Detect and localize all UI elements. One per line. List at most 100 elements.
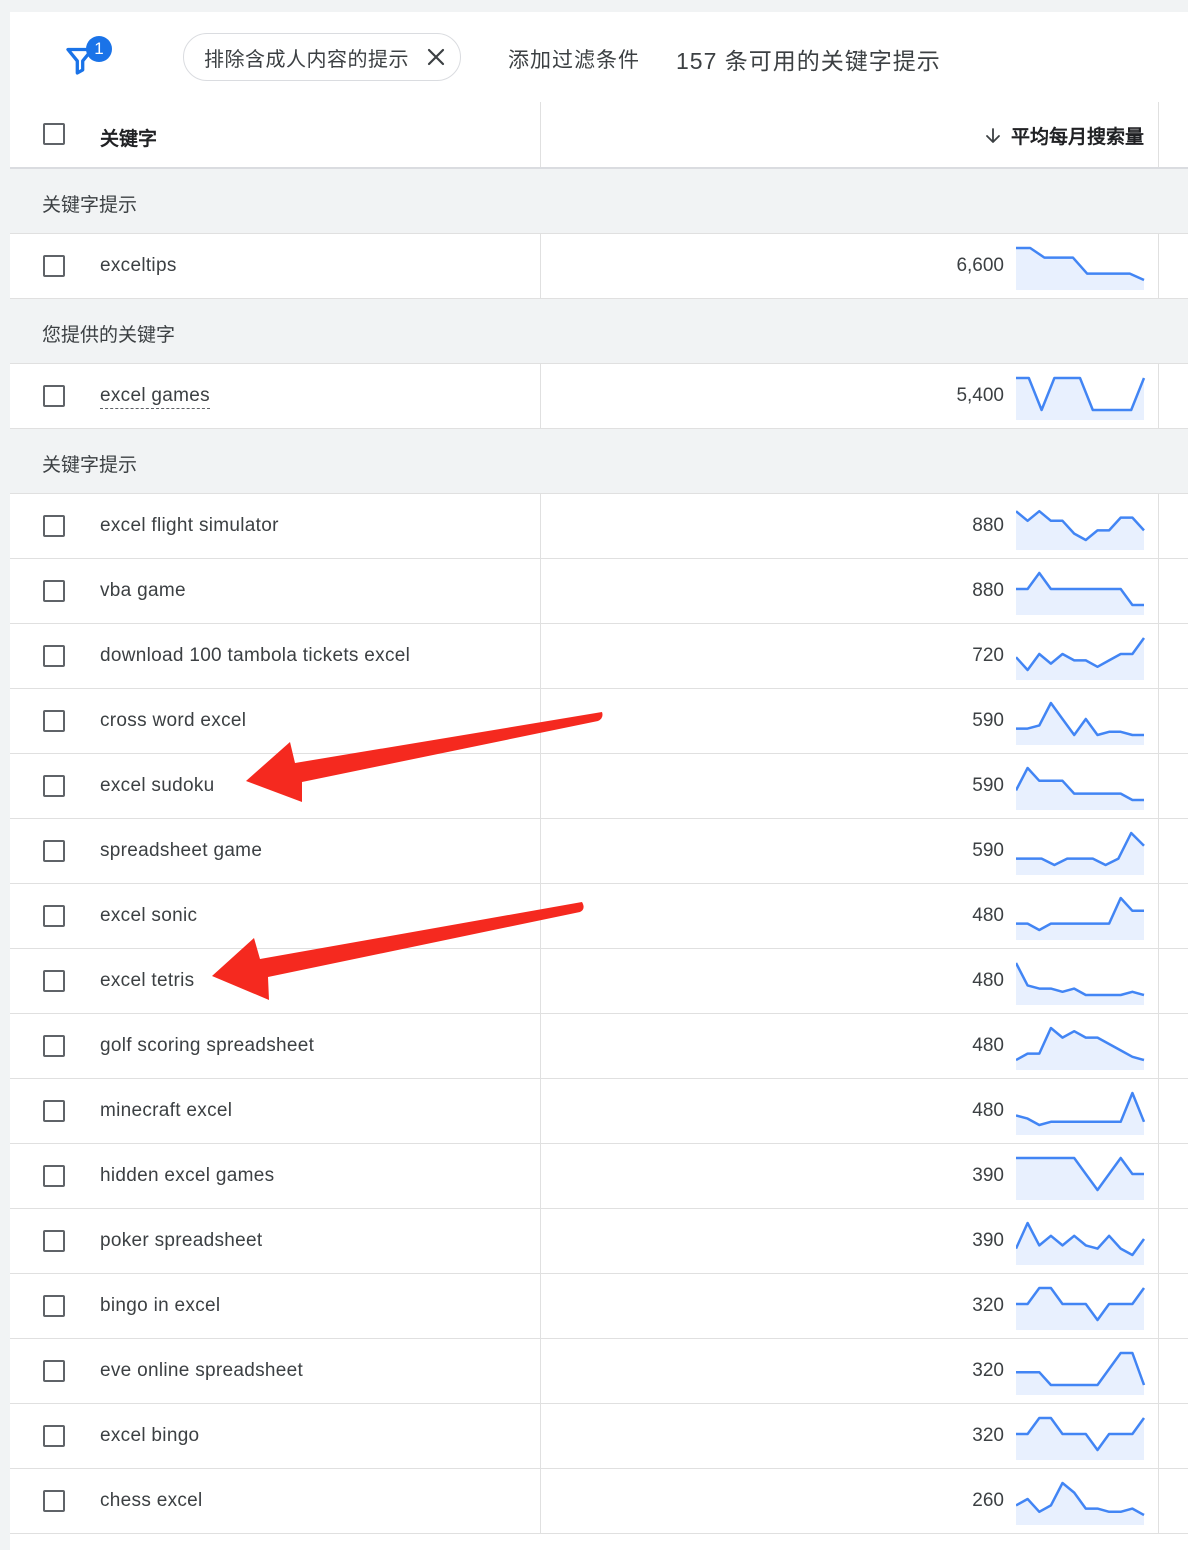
keyword-row[interactable]: poker spreadsheet 390	[10, 1209, 1188, 1274]
keyword-row[interactable]: excel sudoku 590	[10, 754, 1188, 819]
row-checkbox[interactable]	[43, 1165, 65, 1187]
search-volume: 480	[972, 1100, 1004, 1121]
trend-sparkline	[1016, 1156, 1144, 1200]
row-checkbox[interactable]	[43, 1295, 65, 1317]
keyword-column-header[interactable]: 关键字	[100, 124, 157, 151]
row-checkbox[interactable]	[43, 1100, 65, 1122]
keyword-planner-panel: 1 排除含成人内容的提示 添加过滤条件 157 条可用的关键字提示 关键字 平均…	[10, 12, 1188, 1550]
column-divider	[540, 559, 541, 624]
column-divider	[540, 819, 541, 884]
search-volume: 390	[972, 1165, 1004, 1186]
trend-sparkline	[1016, 896, 1144, 940]
column-divider	[1158, 1469, 1159, 1534]
keyword-text[interactable]: excel games	[100, 385, 210, 409]
search-volume: 720	[972, 645, 1004, 666]
trend-sparkline	[1016, 509, 1145, 550]
section-label: 关键字提示	[42, 195, 138, 216]
keyword-row[interactable]: excel games 5,400	[10, 364, 1188, 429]
row-checkbox[interactable]	[43, 385, 65, 407]
keyword-row[interactable]: chess excel 260	[10, 1469, 1188, 1534]
keyword-row[interactable]: hidden excel games 390	[10, 1144, 1188, 1209]
column-divider	[1158, 624, 1159, 689]
column-divider	[1158, 559, 1159, 624]
row-checkbox[interactable]	[43, 1490, 65, 1512]
column-divider	[1158, 1209, 1159, 1274]
section-label: 您提供的关键字	[42, 325, 176, 346]
search-volume: 320	[972, 1360, 1004, 1381]
trend-sparkline	[1016, 962, 1145, 1005]
row-checkbox[interactable]	[43, 905, 65, 927]
row-checkbox[interactable]	[43, 1425, 65, 1447]
section-label: 关键字提示	[42, 455, 138, 476]
chip-label: 排除含成人内容的提示	[204, 48, 409, 71]
trend-sparkline	[1016, 1481, 1145, 1525]
sparkline-area	[1016, 703, 1144, 745]
column-divider	[540, 884, 541, 949]
keyword-text: download 100 tambola tickets excel	[100, 645, 411, 666]
row-checkbox[interactable]	[43, 255, 65, 277]
column-divider	[1158, 364, 1159, 429]
row-checkbox[interactable]	[43, 840, 65, 862]
keyword-text: chess excel	[100, 1490, 203, 1511]
keyword-row[interactable]: download 100 tambola tickets excel 720	[10, 624, 1188, 689]
keyword-row[interactable]: excel sonic 480	[10, 884, 1188, 949]
adult-content-filter-chip[interactable]: 排除含成人内容的提示	[183, 33, 461, 81]
keyword-row[interactable]: minecraft excel 480	[10, 1079, 1188, 1144]
trend-sparkline	[1016, 701, 1144, 745]
column-divider	[1158, 1274, 1159, 1339]
sparkline-area	[1016, 378, 1144, 420]
keyword-row[interactable]: golf scoring spreadsheet 480	[10, 1014, 1188, 1079]
filter-button[interactable]: 1	[62, 36, 112, 80]
keyword-row[interactable]: exceltips 6,600	[10, 234, 1188, 299]
sparkline-area	[1016, 248, 1144, 290]
keyword-text: exceltips	[100, 255, 177, 276]
keyword-row[interactable]: excel flight simulator 880	[10, 494, 1188, 559]
keyword-row[interactable]: cross word excel 590	[10, 689, 1188, 754]
section-header-row: 您提供的关键字	[10, 299, 1188, 364]
keyword-row[interactable]: eve online spreadsheet 320	[10, 1339, 1188, 1404]
close-icon[interactable]	[426, 47, 446, 67]
column-divider	[540, 1404, 541, 1469]
row-checkbox[interactable]	[43, 645, 65, 667]
sparkline-area	[1016, 963, 1144, 1005]
keyword-row[interactable]: bingo in excel 320	[10, 1274, 1188, 1339]
row-checkbox[interactable]	[43, 1035, 65, 1057]
keyword-text: poker spreadsheet	[100, 1230, 263, 1251]
row-checkbox[interactable]	[43, 515, 65, 537]
search-volume: 320	[972, 1295, 1004, 1316]
volume-column-header[interactable]: 平均每月搜索量	[983, 122, 1144, 149]
keyword-row[interactable]: spreadsheet game 590	[10, 819, 1188, 884]
column-divider	[540, 949, 541, 1014]
column-divider	[540, 689, 541, 754]
keyword-text: excel flight simulator	[100, 515, 279, 536]
search-volume: 880	[972, 515, 1004, 536]
column-divider	[1158, 494, 1159, 559]
keyword-text: cross word excel	[100, 710, 247, 731]
row-checkbox[interactable]	[43, 1230, 65, 1252]
select-all-checkbox[interactable]	[43, 123, 65, 145]
keyword-row[interactable]: vba game 880	[10, 559, 1188, 624]
keyword-row[interactable]: excel bingo 320	[10, 1404, 1188, 1469]
filter-count-badge: 1	[86, 36, 112, 62]
column-divider	[1158, 1014, 1159, 1079]
keyword-row[interactable]: excel tetris 480	[10, 949, 1188, 1014]
search-volume: 5,400	[956, 385, 1004, 406]
row-checkbox[interactable]	[43, 1360, 65, 1382]
add-filter-button[interactable]: 添加过滤条件	[508, 44, 640, 74]
keyword-text: golf scoring spreadsheet	[100, 1035, 315, 1056]
search-volume: 480	[972, 1035, 1004, 1056]
trend-sparkline	[1016, 1351, 1146, 1395]
row-checkbox[interactable]	[43, 970, 65, 992]
column-divider	[540, 1209, 541, 1274]
trend-sparkline	[1016, 571, 1144, 615]
column-divider	[1158, 949, 1159, 1014]
row-checkbox[interactable]	[43, 580, 65, 602]
trend-sparkline	[1016, 246, 1145, 290]
search-volume: 480	[972, 970, 1004, 991]
row-checkbox[interactable]	[43, 775, 65, 797]
column-divider	[1158, 1404, 1159, 1469]
column-divider	[1158, 819, 1159, 884]
keyword-text: excel tetris	[100, 970, 195, 991]
row-checkbox[interactable]	[43, 710, 65, 732]
column-divider	[1158, 1339, 1159, 1404]
